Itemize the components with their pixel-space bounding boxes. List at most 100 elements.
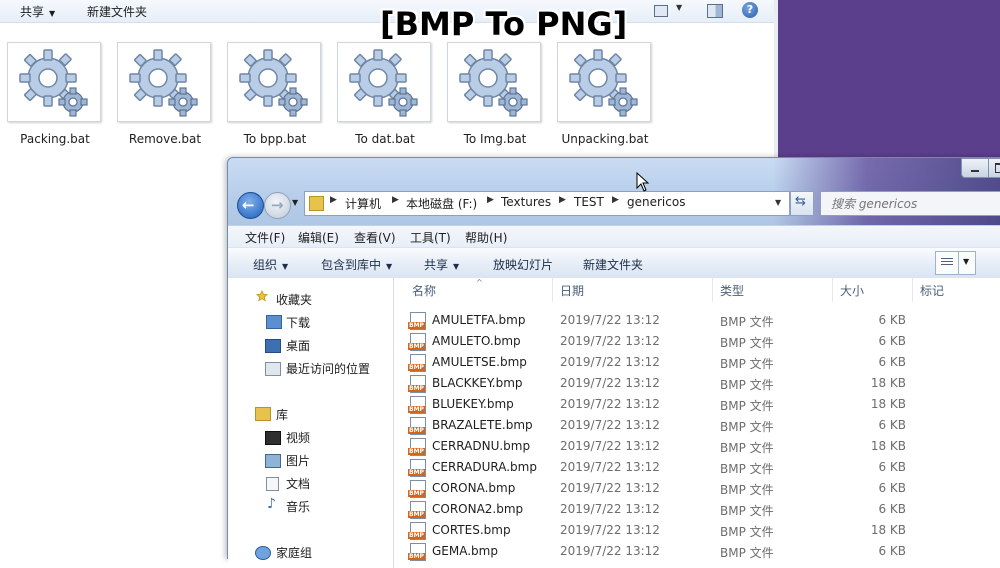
- file-row[interactable]: CORONA.bmp 2019/7/22 13:12 BMP 文件 6 KB: [408, 479, 1000, 500]
- menu-view[interactable]: 查看(V): [354, 229, 396, 246]
- file-row[interactable]: CERRADNU.bmp 2019/7/22 13:12 BMP 文件 18 KB: [408, 437, 1000, 458]
- change-view-button[interactable]: [935, 251, 959, 275]
- file-row[interactable]: BLUEKEY.bmp 2019/7/22 13:12 BMP 文件 18 KB: [408, 395, 1000, 416]
- address-bar[interactable]: ▶ 计算机 ▶ 本地磁盘 (F:) ▶ Textures ▶ TEST ▶ ge…: [304, 191, 790, 216]
- batch-file-tile[interactable]: To Img.bat: [440, 40, 550, 155]
- breadcrumb-computer[interactable]: 计算机: [345, 195, 381, 212]
- column-header-type[interactable]: 类型: [720, 282, 744, 299]
- file-date: 2019/7/22 13:12: [560, 313, 660, 327]
- column-divider[interactable]: [552, 278, 553, 302]
- help-icon[interactable]: ?: [742, 2, 758, 18]
- forward-button[interactable]: →: [264, 192, 291, 219]
- file-name: CORONA2.bmp: [432, 502, 524, 516]
- file-row[interactable]: BRAZALETE.bmp 2019/7/22 13:12 BMP 文件 6 KB: [408, 416, 1000, 437]
- batch-file-tile[interactable]: Remove.bat: [110, 40, 220, 155]
- file-name: GEMA.bmp: [432, 544, 498, 558]
- batch-file-tile[interactable]: To bpp.bat: [220, 40, 330, 155]
- preview-pane-button[interactable]: [996, 251, 1000, 273]
- file-name: BLACKKEY.bmp: [432, 376, 523, 390]
- batch-file-tile[interactable]: Packing.bat: [0, 40, 110, 155]
- maximize-button[interactable]: [988, 158, 1000, 178]
- star-icon: [256, 290, 268, 302]
- file-size: 6 KB: [878, 481, 906, 495]
- chevron-right-icon[interactable]: ▶: [612, 195, 619, 205]
- explorer-window[interactable]: ← → ▼ ▶ 计算机 ▶ 本地磁盘 (F:) ▶ Textures ▶ TES…: [227, 157, 1000, 568]
- chevron-down-icon[interactable]: ▼: [292, 198, 298, 207]
- refresh-button[interactable]: ⇆: [790, 191, 814, 216]
- nav-recent-places[interactable]: 最近访问的位置: [286, 360, 370, 377]
- file-row[interactable]: CORONA2.bmp 2019/7/22 13:12 BMP 文件 6 KB: [408, 500, 1000, 521]
- file-row[interactable]: GEMA.bmp 2019/7/22 13:12 BMP 文件 6 KB: [408, 542, 1000, 563]
- nav-videos[interactable]: 视频: [286, 429, 310, 446]
- view-menu-button[interactable]: ▼: [958, 251, 976, 275]
- menu-file[interactable]: 文件(F): [245, 229, 285, 246]
- file-type: BMP 文件: [720, 525, 774, 539]
- homegroup-icon: [255, 546, 271, 560]
- file-row[interactable]: AMULETSE.bmp 2019/7/22 13:12 BMP 文件 6 KB: [408, 353, 1000, 374]
- chevron-down-icon[interactable]: ▼: [676, 3, 682, 12]
- organize-button[interactable]: 组织 ▼: [253, 256, 288, 273]
- slideshow-button[interactable]: 放映幻灯片: [493, 256, 553, 273]
- menu-help[interactable]: 帮助(H): [465, 229, 507, 246]
- column-header-size[interactable]: 大小: [840, 282, 864, 299]
- chevron-right-icon[interactable]: ▶: [330, 195, 337, 205]
- navigation-pane: 收藏夹 下载 桌面 最近访问的位置 库 视频 图片 文档 ♪ 音乐 家庭组: [228, 278, 394, 568]
- chevron-right-icon[interactable]: ▶: [559, 195, 566, 205]
- search-input[interactable]: [829, 196, 1000, 212]
- file-row[interactable]: CERRADURA.bmp 2019/7/22 13:12 BMP 文件 6 KB: [408, 458, 1000, 479]
- batch-file-tile[interactable]: Unpacking.bat: [550, 40, 660, 155]
- file-date: 2019/7/22 13:12: [560, 418, 660, 432]
- gear-icon: [557, 42, 651, 122]
- nav-downloads[interactable]: 下载: [286, 314, 310, 331]
- menu-tools[interactable]: 工具(T): [410, 229, 451, 246]
- desktop-icon: [265, 339, 281, 353]
- nav-desktop[interactable]: 桌面: [286, 337, 310, 354]
- nav-homegroup[interactable]: 家庭组: [276, 544, 312, 561]
- column-divider[interactable]: [832, 278, 833, 302]
- breadcrumb-local-disk[interactable]: 本地磁盘 (F:): [406, 195, 477, 212]
- file-name: CERRADNU.bmp: [432, 439, 531, 453]
- file-name: AMULETFA.bmp: [432, 313, 526, 327]
- nav-music[interactable]: 音乐: [286, 498, 310, 515]
- bmp-file-icon: [408, 459, 426, 477]
- file-row[interactable]: BLACKKEY.bmp 2019/7/22 13:12 BMP 文件 18 KB: [408, 374, 1000, 395]
- file-date: 2019/7/22 13:12: [560, 376, 660, 390]
- new-folder-button[interactable]: 新建文件夹: [87, 3, 147, 20]
- column-header-tags[interactable]: 标记: [920, 282, 944, 299]
- preview-pane-icon[interactable]: [707, 4, 723, 18]
- share-menu-button[interactable]: 共享 ▼: [20, 3, 55, 20]
- file-row[interactable]: CORTES.bmp 2019/7/22 13:12 BMP 文件 18 KB: [408, 521, 1000, 542]
- nav-libraries[interactable]: 库: [276, 406, 288, 423]
- batch-file-tile[interactable]: To dat.bat: [330, 40, 440, 155]
- chevron-right-icon[interactable]: ▶: [392, 195, 399, 205]
- bmp-file-icon: [408, 333, 426, 351]
- column-header-name[interactable]: 名称: [412, 282, 436, 299]
- new-folder-button[interactable]: 新建文件夹: [583, 256, 643, 273]
- bmp-file-icon: [408, 312, 426, 330]
- music-note-icon: ♪: [267, 496, 276, 512]
- chevron-right-icon[interactable]: ▶: [487, 195, 494, 205]
- search-box[interactable]: [820, 191, 1000, 216]
- share-button[interactable]: 共享 ▼: [424, 256, 459, 273]
- back-button[interactable]: ←: [237, 192, 264, 219]
- include-in-library-button[interactable]: 包含到库中 ▼: [321, 256, 392, 273]
- file-size: 18 KB: [870, 439, 906, 453]
- minimize-button[interactable]: [961, 158, 989, 178]
- chevron-down-icon: ▼: [386, 262, 393, 271]
- menu-edit[interactable]: 编辑(E): [298, 229, 339, 246]
- bmp-file-icon: [408, 501, 426, 519]
- column-divider[interactable]: [912, 278, 913, 302]
- breadcrumb-textures[interactable]: Textures: [501, 195, 551, 209]
- include-in-library-label: 包含到库中: [321, 258, 382, 272]
- column-divider[interactable]: [712, 278, 713, 302]
- nav-pictures[interactable]: 图片: [286, 452, 310, 469]
- chevron-down-icon[interactable]: ▼: [775, 198, 781, 207]
- nav-documents[interactable]: 文档: [286, 475, 310, 492]
- file-row[interactable]: AMULETO.bmp 2019/7/22 13:12 BMP 文件 6 KB: [408, 332, 1000, 353]
- view-options-icon[interactable]: [654, 5, 668, 17]
- nav-favorites[interactable]: 收藏夹: [276, 291, 312, 308]
- column-header-date[interactable]: 日期: [560, 282, 584, 299]
- breadcrumb-genericos[interactable]: genericos: [627, 195, 685, 209]
- file-row[interactable]: AMULETFA.bmp 2019/7/22 13:12 BMP 文件 6 KB: [408, 311, 1000, 332]
- breadcrumb-test[interactable]: TEST: [574, 195, 604, 209]
